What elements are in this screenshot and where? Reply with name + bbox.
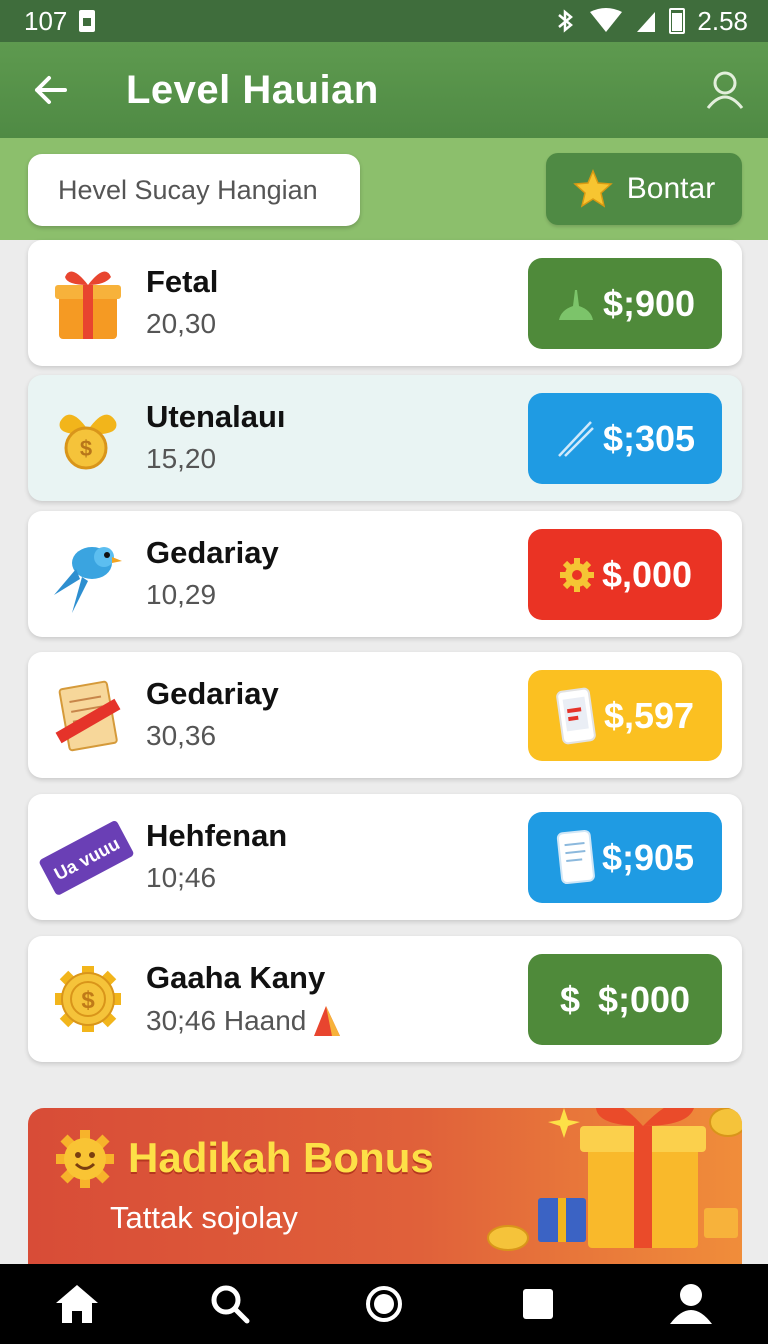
- pen-icon: [558, 420, 594, 457]
- item-value: 20,30: [146, 308, 217, 339]
- nav-circle[interactable]: [354, 1274, 414, 1334]
- page-title: Level Hauian: [126, 68, 379, 112]
- price-button[interactable]: $;900: [528, 258, 722, 349]
- item-value: 30;46 Haand: [146, 1004, 344, 1038]
- list-item[interactable]: Ua vuuu Hehfenan 10;46 $;905: [28, 794, 742, 920]
- gear-icon: [559, 557, 594, 592]
- star-icon: [572, 169, 613, 208]
- nav-profile[interactable]: [661, 1274, 721, 1334]
- status-left-number: 107: [24, 5, 68, 36]
- cell-signal-icon: [637, 12, 656, 32]
- item-value: 15,20: [146, 443, 217, 474]
- signal-icon: [590, 8, 623, 32]
- bell-icon: [558, 289, 593, 320]
- price-button[interactable]: $ $;000: [528, 954, 722, 1045]
- user-icon: [706, 71, 744, 109]
- arrow-left-icon: [35, 76, 67, 104]
- square-icon: [522, 1289, 553, 1319]
- profile-button[interactable]: [704, 68, 748, 112]
- list-item[interactable]: Fetal 20,30 $;900: [28, 240, 742, 366]
- app-bar: Level Hauian: [0, 42, 768, 138]
- circle-icon: [365, 1286, 402, 1322]
- price-label: $;905: [601, 836, 695, 878]
- bluetooth-off-icon: [558, 9, 574, 33]
- coin-gear-icon: $: [50, 956, 126, 1042]
- price-label: $,597: [603, 694, 695, 736]
- item-value: 30,36: [146, 720, 217, 751]
- item-value: 10;46: [146, 862, 217, 893]
- gift-icon: [50, 260, 126, 346]
- search-icon: [211, 1285, 250, 1324]
- item-name: Fetal: [146, 264, 219, 299]
- phone-icon: [556, 687, 596, 744]
- price-label: $;305: [602, 417, 696, 459]
- item-name: Gedariay: [146, 535, 279, 570]
- list-item[interactable]: Gedariay 30,36 $,597: [28, 652, 742, 778]
- bonus-title: Hadikah Bonus: [128, 1134, 434, 1181]
- status-bar: 107 2.58: [0, 0, 768, 42]
- price-button[interactable]: $;905: [528, 812, 722, 903]
- svg-text:$: $: [81, 987, 95, 1014]
- search-input[interactable]: Hevel Sucay Hangian: [28, 154, 360, 226]
- bonus-banner[interactable]: Hadikah Bonus Tattak sojolay: [28, 1108, 742, 1264]
- tablet-icon: [556, 829, 595, 884]
- price-button[interactable]: $;305: [528, 393, 722, 484]
- sun-smile-icon: [56, 1130, 114, 1188]
- item-name: Utenalauı: [146, 399, 286, 434]
- sim-icon: [79, 10, 96, 32]
- ticket-icon: Ua vuuu: [38, 814, 134, 900]
- list-item[interactable]: Gedariay 10,29 $,000: [28, 511, 742, 637]
- nav-home[interactable]: [47, 1274, 107, 1334]
- gift-box-icon: [487, 1108, 742, 1251]
- battery-icon: [669, 8, 686, 34]
- price-button[interactable]: $,597: [528, 670, 722, 761]
- item-value: 10,29: [146, 579, 217, 610]
- price-button[interactable]: $,000: [528, 529, 722, 620]
- bottom-nav: [0, 1264, 768, 1344]
- search-band: Hevel Sucay Hangian Bontar: [0, 138, 768, 240]
- status-time: 2.58: [697, 5, 748, 36]
- home-icon: [55, 1285, 98, 1323]
- bonus-subtitle: Tattak sojolay: [110, 1200, 298, 1235]
- document-icon: [50, 672, 126, 758]
- price-label: $;000: [597, 978, 691, 1020]
- profile-icon: [670, 1284, 713, 1324]
- item-name: Gedariay: [146, 676, 279, 711]
- party-hat-icon: [314, 1006, 341, 1036]
- search-placeholder: Hevel Sucay Hangian: [58, 174, 318, 205]
- svg-text:$: $: [80, 436, 92, 461]
- bontar-label: Bontar: [626, 172, 716, 205]
- back-button[interactable]: [30, 70, 70, 110]
- list-item[interactable]: $ Gaaha Kany 30;46 Haand $ $;000: [28, 936, 742, 1062]
- price-label: $,000: [601, 553, 693, 595]
- bird-icon: [50, 531, 126, 617]
- price-label: $;900: [602, 282, 696, 324]
- bontar-button[interactable]: Bontar: [546, 153, 742, 225]
- coin-bow-icon: $: [50, 395, 126, 481]
- nav-square[interactable]: [508, 1274, 568, 1334]
- list-item[interactable]: $ Utenalauı 15,20 $;305: [28, 375, 742, 501]
- nav-search[interactable]: [200, 1274, 260, 1334]
- item-name: Gaaha Kany: [146, 960, 326, 995]
- item-name: Hehfenan: [146, 818, 288, 853]
- dollar-icon: $: [559, 978, 580, 1020]
- item-value-text: 30;46 Haand: [146, 1005, 307, 1036]
